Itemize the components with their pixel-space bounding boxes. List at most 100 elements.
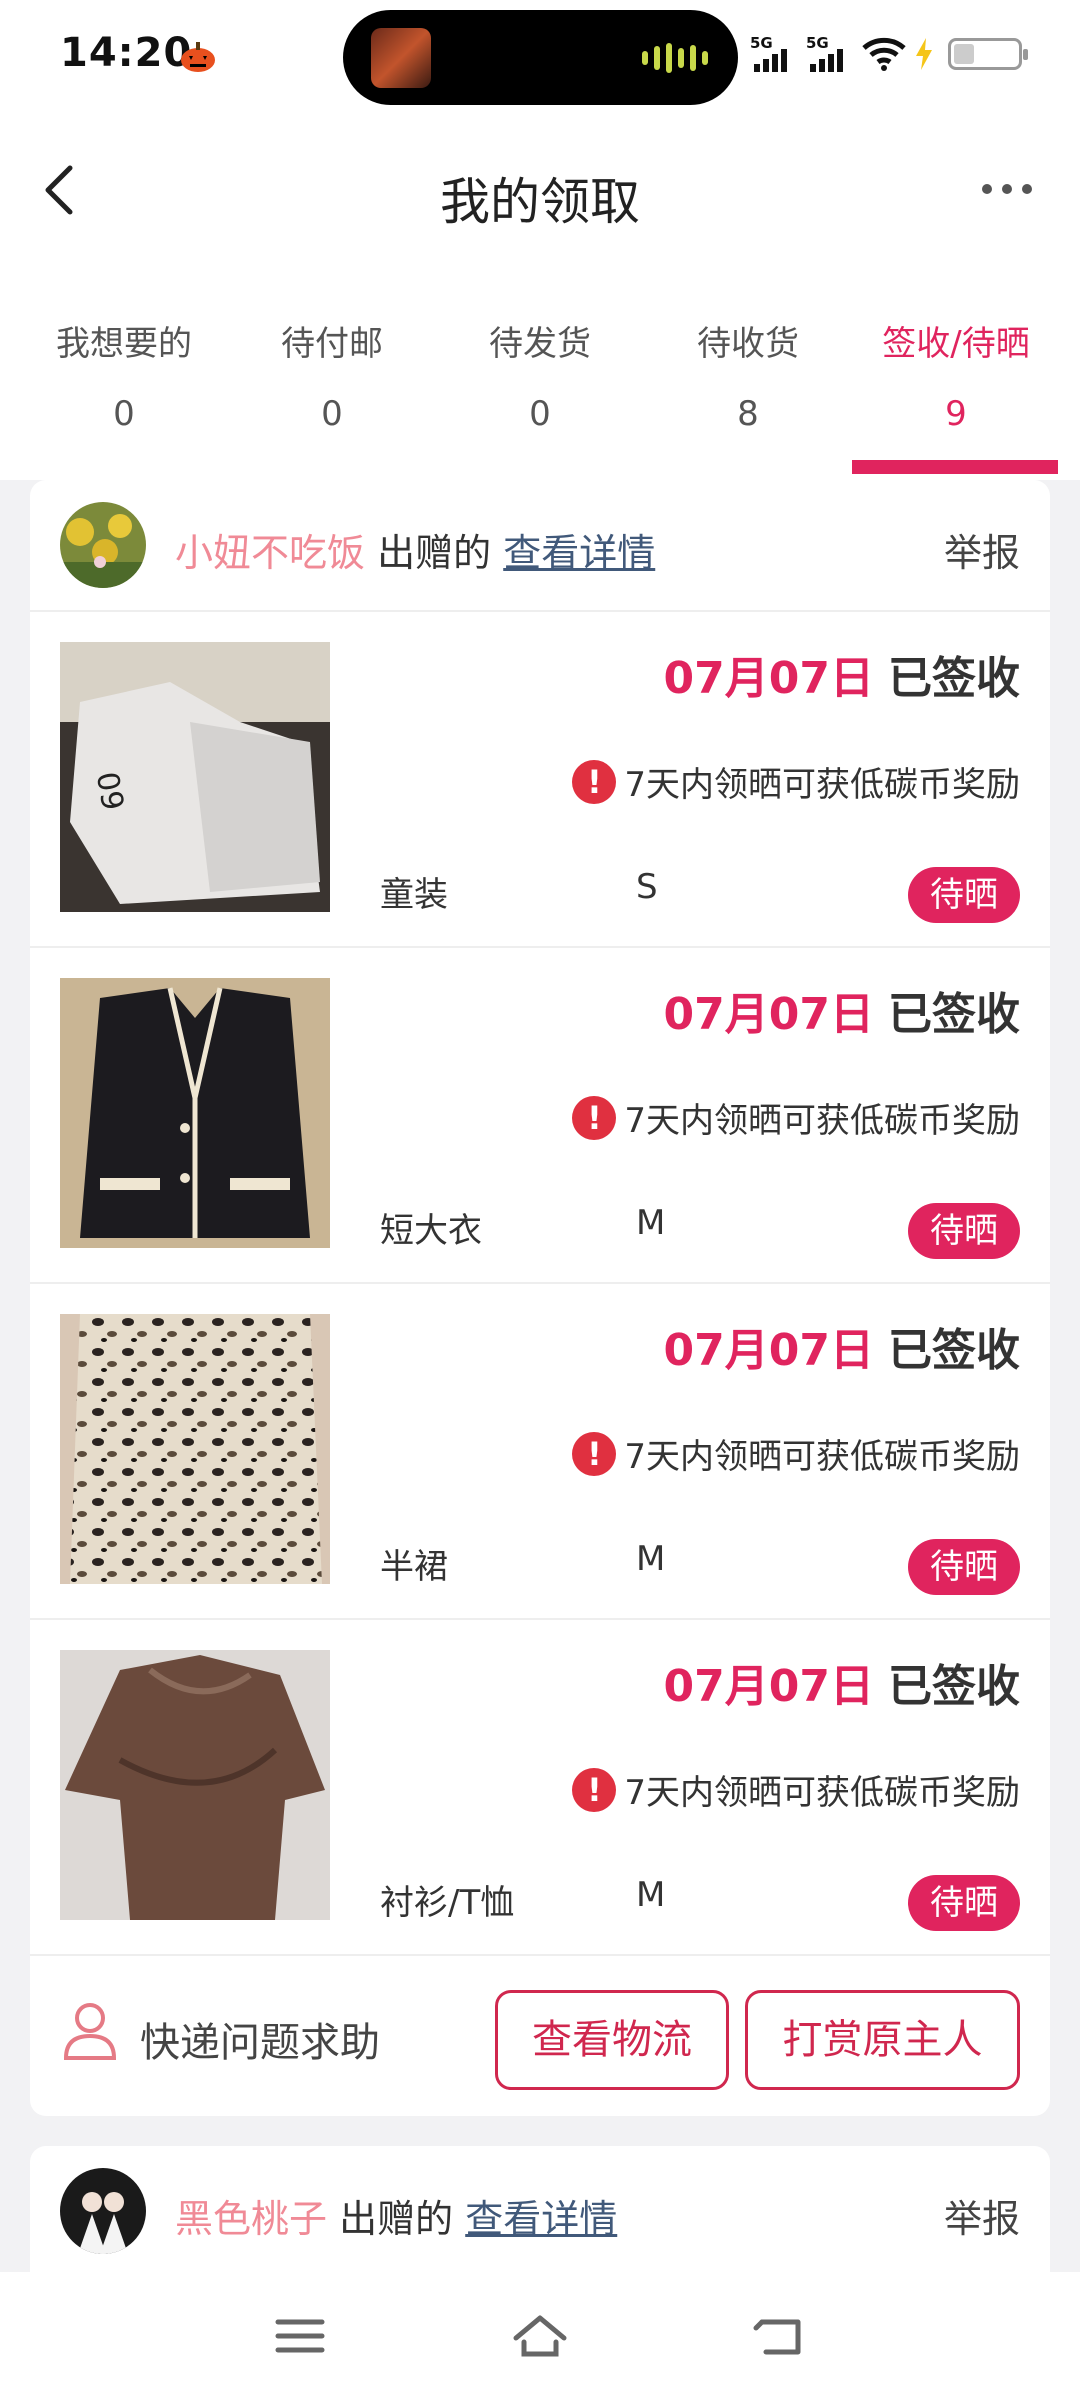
warning-icon: ! (572, 759, 617, 804)
reward-notice: ! 7天内领晒可获低碳币奖励 (572, 1093, 1020, 1142)
donor-suffix: 出赠的 (339, 2197, 454, 2241)
dynamic-island[interactable] (343, 10, 738, 105)
tab-wanted[interactable]: 我想要的 0 (20, 316, 228, 434)
signal-icon: 5G (806, 34, 852, 74)
system-nav-bar (0, 2272, 1080, 2400)
warning-icon: ! (572, 1767, 617, 1812)
status-tabs: 我想要的 0 待付邮 0 待发货 0 待收货 8 签收/待晒 9 (0, 268, 1080, 480)
view-details-link[interactable]: 查看详情 (465, 2197, 617, 2241)
signed-status: 07月07日 已签收 (664, 978, 1020, 1042)
report-button[interactable]: 举报 (944, 522, 1020, 577)
list-item[interactable]: 07月07日 已签收 ! 7天内领晒可获低碳币奖励 短大衣 M 待晒 (30, 948, 1050, 1284)
donor-name[interactable]: 小妞不吃饭 (175, 531, 365, 575)
signed-status: 07月07日 已签收 (664, 1650, 1020, 1714)
share-pending-badge[interactable]: 待晒 (908, 1875, 1020, 1931)
list-item[interactable]: 09 07月07日 已签收 ! 7天内领晒可获低碳币奖励 童装 S 待晒 (30, 612, 1050, 948)
tip-donor-button[interactable]: 打赏原主人 (745, 1990, 1020, 2090)
share-pending-badge[interactable]: 待晒 (908, 1203, 1020, 1259)
warning-icon: ! (572, 1431, 617, 1476)
home-icon[interactable] (512, 2312, 568, 2360)
page-title: 我的领取 (440, 173, 640, 231)
tab-count: 8 (737, 394, 759, 434)
status-bar: 14:20 5G 5G (0, 0, 1080, 118)
share-pending-badge[interactable]: 待晒 (908, 867, 1020, 923)
order-card-header: 小妞不吃饭 出赠的 查看详情 举报 (30, 480, 1050, 612)
status-icons: 5G 5G (750, 34, 1028, 74)
item-photo[interactable] (60, 1650, 330, 1920)
view-details-link[interactable]: 查看详情 (503, 531, 655, 575)
menu-icon[interactable] (272, 2312, 328, 2360)
signed-label: 已签收 (888, 1661, 1020, 1712)
tab-signed-to-share[interactable]: 签收/待晒 9 (852, 316, 1060, 434)
donor-suffix: 出赠的 (377, 531, 492, 575)
list-item[interactable]: 07月07日 已签收 ! 7天内领晒可获低碳币奖励 半裙 M 待晒 (30, 1284, 1050, 1620)
battery-icon (948, 38, 1028, 70)
charging-icon (916, 38, 932, 70)
item-category: 童装 (380, 875, 448, 915)
reward-notice: ! 7天内领晒可获低碳币奖励 (572, 1765, 1020, 1814)
item-photo[interactable] (60, 1314, 330, 1584)
order-card-footer: 快递问题求助 查看物流 打赏原主人 (30, 1956, 1050, 2116)
order-card: 黑色桃子 出赠的 查看详情 举报 (30, 2146, 1050, 2272)
item-category: 短大衣 (380, 1211, 482, 1251)
signal-icon: 5G (750, 34, 796, 74)
warning-icon: ! (572, 1095, 617, 1140)
tab-label: 我想要的 (56, 324, 192, 364)
view-logistics-button[interactable]: 查看物流 (495, 1990, 729, 2090)
signed-label: 已签收 (888, 653, 1020, 704)
signed-date: 07月07日 (663, 1325, 874, 1376)
order-card-header: 黑色桃子 出赠的 查看详情 举报 (30, 2146, 1050, 2272)
donor-avatar[interactable] (60, 502, 146, 588)
svg-text:09: 09 (89, 769, 130, 813)
donor-line: 黑色桃子 出赠的 查看详情 (175, 2188, 617, 2243)
tab-count: 0 (529, 394, 551, 434)
item-category: 半裙 (380, 1547, 448, 1587)
item-size: M (636, 1539, 666, 1579)
signed-date: 07月07日 (663, 653, 874, 704)
item-size: M (636, 1203, 666, 1243)
return-icon[interactable] (752, 2312, 808, 2360)
tab-label: 待付邮 (281, 324, 383, 364)
signed-date: 07月07日 (663, 1661, 874, 1712)
tab-label: 签收/待晒 (882, 324, 1030, 364)
signed-date: 07月07日 (663, 989, 874, 1040)
share-pending-badge[interactable]: 待晒 (908, 1539, 1020, 1595)
signed-label: 已签收 (888, 989, 1020, 1040)
audio-wave-icon (642, 43, 708, 73)
item-photo[interactable] (60, 978, 330, 1248)
tab-count: 0 (321, 394, 343, 434)
music-album-art (371, 28, 431, 88)
pumpkin-notification-icon (181, 42, 215, 72)
more-icon[interactable] (982, 184, 1032, 194)
tab-pending-postage[interactable]: 待付邮 0 (228, 316, 436, 434)
nav-bar: 我的领取 (0, 118, 1080, 268)
signed-status: 07月07日 已签收 (664, 1314, 1020, 1378)
item-category: 衬衫/T恤 (380, 1883, 515, 1923)
item-size: M (636, 1875, 666, 1915)
report-button[interactable]: 举报 (944, 2188, 1020, 2243)
donor-line: 小妞不吃饭 出赠的 查看详情 (175, 522, 655, 577)
item-photo[interactable]: 09 (60, 642, 330, 912)
list-item[interactable]: 07月07日 已签收 ! 7天内领晒可获低碳币奖励 衬衫/T恤 M 待晒 (30, 1620, 1050, 1956)
person-icon[interactable] (62, 2000, 118, 2060)
signed-label: 已签收 (888, 1325, 1020, 1376)
order-card: 小妞不吃饭 出赠的 查看详情 举报 09 07月07日 已签收 ! 7天内领晒可获… (30, 480, 1050, 2116)
donor-name[interactable]: 黑色桃子 (175, 2197, 327, 2241)
reward-notice-text: 7天内领晒可获低碳币奖励 (624, 1437, 1020, 1477)
reward-notice: ! 7天内领晒可获低碳币奖励 (572, 757, 1020, 806)
tab-pending-shipment[interactable]: 待发货 0 (436, 316, 644, 434)
tab-pending-receipt[interactable]: 待收货 8 (644, 316, 852, 434)
tab-label: 待发货 (489, 324, 591, 364)
status-time: 14:20 (60, 30, 193, 76)
item-size: S (636, 867, 658, 907)
reward-notice-text: 7天内领晒可获低碳币奖励 (624, 1773, 1020, 1813)
signed-status: 07月07日 已签收 (664, 642, 1020, 706)
reward-notice: ! 7天内领晒可获低碳币奖励 (572, 1429, 1020, 1478)
active-tab-indicator (852, 460, 1058, 474)
reward-notice-text: 7天内领晒可获低碳币奖励 (624, 1101, 1020, 1141)
tab-count: 0 (113, 394, 135, 434)
tab-count: 9 (945, 394, 967, 434)
courier-help-link[interactable]: 快递问题求助 (140, 2010, 380, 2068)
donor-avatar[interactable] (60, 2168, 146, 2254)
reward-notice-text: 7天内领晒可获低碳币奖励 (624, 765, 1020, 805)
